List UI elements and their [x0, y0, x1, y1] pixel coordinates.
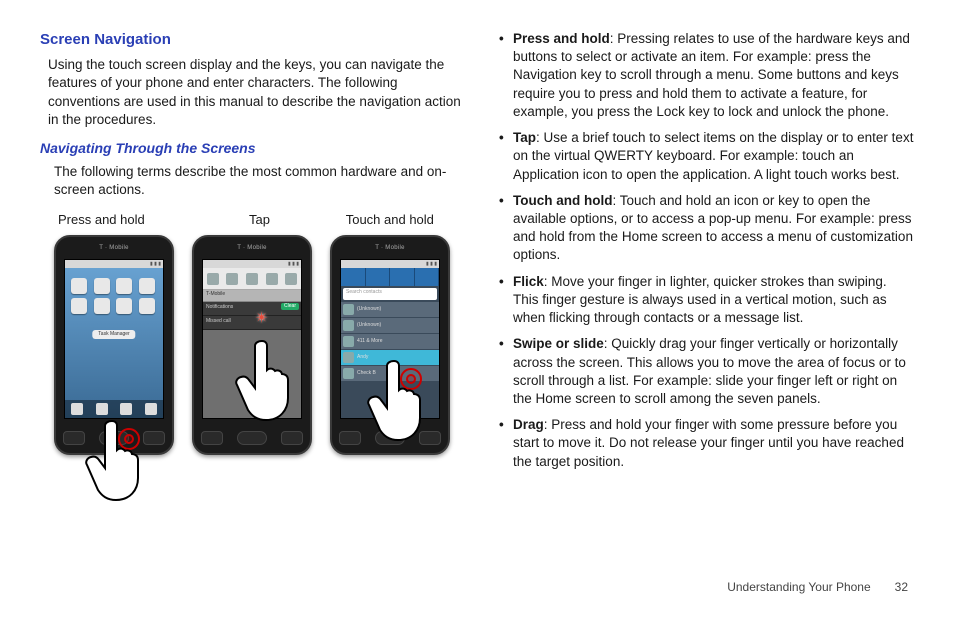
notification-header: T-Mobile — [203, 290, 301, 302]
task-manager-badge: Task Manager — [92, 330, 135, 339]
definition-item: Press and hold: Pressing relates to use … — [497, 30, 914, 121]
hw-home-key — [237, 431, 267, 445]
hw-back-key — [281, 431, 303, 445]
carrier-label: T · Mobile — [237, 244, 267, 252]
figure-labels: Press and hold Tap Touch and hold — [54, 211, 461, 229]
status-bar: ▮ ▮ ▮ — [203, 260, 301, 268]
carrier-label: T · Mobile — [99, 244, 129, 252]
hand-icon — [366, 355, 426, 445]
avatar-icon — [343, 320, 354, 331]
intro-paragraph: Using the touch screen display and the k… — [48, 56, 461, 129]
toggle-icon — [246, 273, 258, 285]
notif-section-label: Notifications — [206, 304, 233, 310]
status-bar: ▮ ▮ ▮ — [341, 260, 439, 268]
dock-icon — [120, 403, 132, 415]
tap-burst-icon: ✴ — [255, 308, 268, 330]
page-number: 32 — [874, 579, 908, 595]
search-field: Search contacts — [343, 288, 437, 300]
toggle-icon — [266, 273, 278, 285]
label-tap: Tap — [188, 211, 324, 229]
clear-button: Clear — [281, 303, 299, 310]
definitions-list: Press and hold: Pressing relates to use … — [493, 30, 914, 471]
carrier-label: T · Mobile — [375, 244, 405, 252]
notification-row: Notifications Clear — [203, 302, 301, 316]
notification-row: Missed call — [203, 316, 301, 330]
term: Press and hold — [513, 31, 610, 46]
term: Drag — [513, 417, 544, 432]
term: Flick — [513, 274, 544, 289]
contact-name: (Unknown) — [357, 306, 381, 313]
tab — [390, 268, 415, 286]
label-press-hold: Press and hold — [54, 211, 188, 229]
avatar-icon — [343, 368, 354, 379]
toggle-icon — [226, 273, 238, 285]
toggle-icon — [285, 273, 297, 285]
phone-figure-row: T · Mobile ▮ ▮ ▮ Task Manager T · Mobile… — [54, 235, 461, 505]
app-icon — [94, 298, 110, 314]
contact-row: (Unknown) — [341, 302, 439, 318]
hw-menu-key — [201, 431, 223, 445]
hw-menu-key — [63, 431, 85, 445]
app-icon — [139, 298, 155, 314]
term: Tap — [513, 130, 536, 145]
section-heading: Screen Navigation — [40, 30, 461, 50]
tab — [366, 268, 391, 286]
label-touch-hold: Touch and hold — [325, 211, 461, 229]
avatar-icon — [343, 304, 354, 315]
tab — [341, 268, 366, 286]
definition-item: Tap: Use a brief touch to select items o… — [497, 129, 914, 184]
hand-icon — [84, 415, 144, 505]
subsection-intro: The following terms describe the most co… — [54, 163, 461, 199]
hand-icon — [234, 335, 294, 425]
contact-name: 411 & More — [357, 338, 382, 345]
app-icon — [94, 278, 110, 294]
status-bar: ▮ ▮ ▮ — [65, 260, 163, 268]
app-icon — [116, 278, 132, 294]
contact-row: 411 & More — [341, 334, 439, 350]
definition-text: : Press and hold your finger with some p… — [513, 417, 904, 468]
dock-icon — [71, 403, 83, 415]
hw-back-key — [143, 431, 165, 445]
app-icon — [71, 278, 87, 294]
contact-row: (Unknown) — [341, 318, 439, 334]
footer-section-name: Understanding Your Phone — [727, 580, 870, 594]
contact-name: (Unknown) — [357, 322, 381, 329]
subsection-heading: Navigating Through the Screens — [40, 139, 461, 158]
definition-item: Touch and hold: Touch and hold an icon o… — [497, 192, 914, 265]
toggle-icon — [207, 273, 219, 285]
definition-item: Swipe or slide: Quickly drag your finger… — [497, 335, 914, 408]
definition-item: Flick: Move your finger in lighter, quic… — [497, 273, 914, 328]
definition-text: : Move your finger in lighter, quicker s… — [513, 274, 887, 325]
hw-menu-key — [339, 431, 361, 445]
tab — [415, 268, 440, 286]
dock-icon — [145, 403, 157, 415]
app-icon — [116, 298, 132, 314]
dock-icon — [96, 403, 108, 415]
term: Swipe or slide — [513, 336, 604, 351]
app-icon — [139, 278, 155, 294]
definition-text: : Use a brief touch to select items on t… — [513, 130, 913, 181]
definition-item: Drag: Press and hold your finger with so… — [497, 416, 914, 471]
avatar-icon — [343, 352, 354, 363]
avatar-icon — [343, 336, 354, 347]
page-footer: Understanding Your Phone 32 — [40, 579, 914, 595]
term: Touch and hold — [513, 193, 612, 208]
app-icon — [71, 298, 87, 314]
